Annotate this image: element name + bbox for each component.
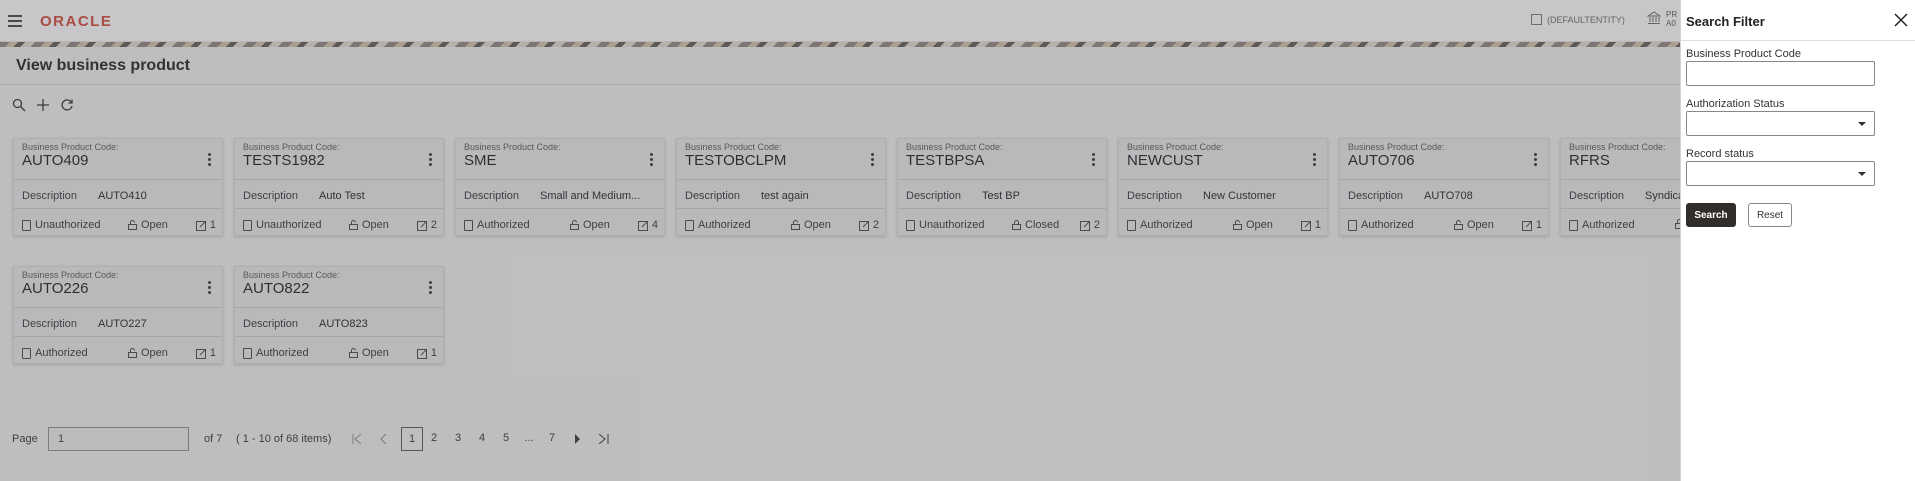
- record-status-select[interactable]: [1686, 161, 1875, 186]
- business-product-code-label: Business Product Code: [1686, 48, 1801, 60]
- search-filter-panel: Search Filter Business Product Code Auth…: [1680, 0, 1915, 481]
- record-status-label: Record status: [1686, 148, 1754, 160]
- close-icon[interactable]: [1894, 13, 1908, 27]
- reset-button[interactable]: Reset: [1748, 203, 1792, 227]
- business-product-code-input[interactable]: [1686, 61, 1875, 86]
- chevron-down-icon: [1858, 122, 1866, 126]
- chevron-down-icon: [1858, 172, 1866, 176]
- divider: [1681, 40, 1915, 41]
- authorization-status-select[interactable]: [1686, 111, 1875, 136]
- modal-backdrop[interactable]: [0, 0, 1680, 481]
- panel-title: Search Filter: [1686, 14, 1765, 29]
- authorization-status-label: Authorization Status: [1686, 98, 1785, 110]
- search-button[interactable]: Search: [1686, 203, 1736, 227]
